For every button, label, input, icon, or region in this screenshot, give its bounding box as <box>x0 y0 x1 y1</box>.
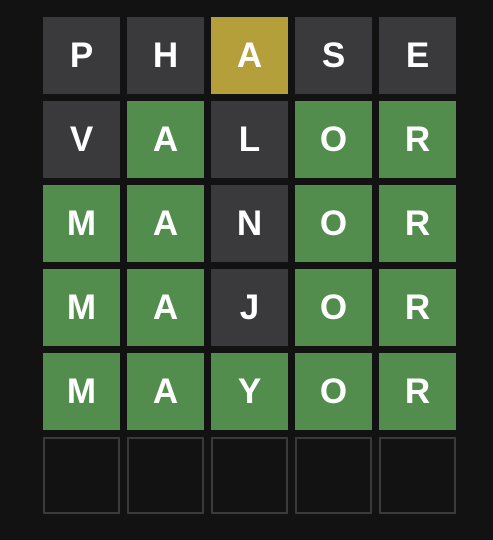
tile-r1-c4: S <box>295 17 372 94</box>
tile-r6-c5 <box>379 437 456 514</box>
tile-r3-c2: A <box>127 185 204 262</box>
tile-r5-c1: M <box>43 353 120 430</box>
tile-r6-c2 <box>127 437 204 514</box>
tile-r4-c1: M <box>43 269 120 346</box>
tile-r1-c2: H <box>127 17 204 94</box>
tile-r5-c2: A <box>127 353 204 430</box>
tile-r5-c5: R <box>379 353 456 430</box>
tile-r1-c3: A <box>211 17 288 94</box>
tile-r5-c3: Y <box>211 353 288 430</box>
tile-r2-c5: R <box>379 101 456 178</box>
tile-r3-c3: N <box>211 185 288 262</box>
tile-r6-c4 <box>295 437 372 514</box>
tile-r5-c4: O <box>295 353 372 430</box>
tile-r2-c1: V <box>43 101 120 178</box>
tile-r6-c1 <box>43 437 120 514</box>
tile-r3-c1: M <box>43 185 120 262</box>
tile-r6-c3 <box>211 437 288 514</box>
tile-r2-c4: O <box>295 101 372 178</box>
tile-r3-c4: O <box>295 185 372 262</box>
tile-r3-c5: R <box>379 185 456 262</box>
tile-r1-c5: E <box>379 17 456 94</box>
tile-r4-c3: J <box>211 269 288 346</box>
tile-r2-c2: A <box>127 101 204 178</box>
tile-r4-c4: O <box>295 269 372 346</box>
tile-r2-c3: L <box>211 101 288 178</box>
game-board: PHASEVALORMANORMAJORMAYOR <box>43 17 456 514</box>
tile-r4-c5: R <box>379 269 456 346</box>
tile-r4-c2: A <box>127 269 204 346</box>
tile-r1-c1: P <box>43 17 120 94</box>
